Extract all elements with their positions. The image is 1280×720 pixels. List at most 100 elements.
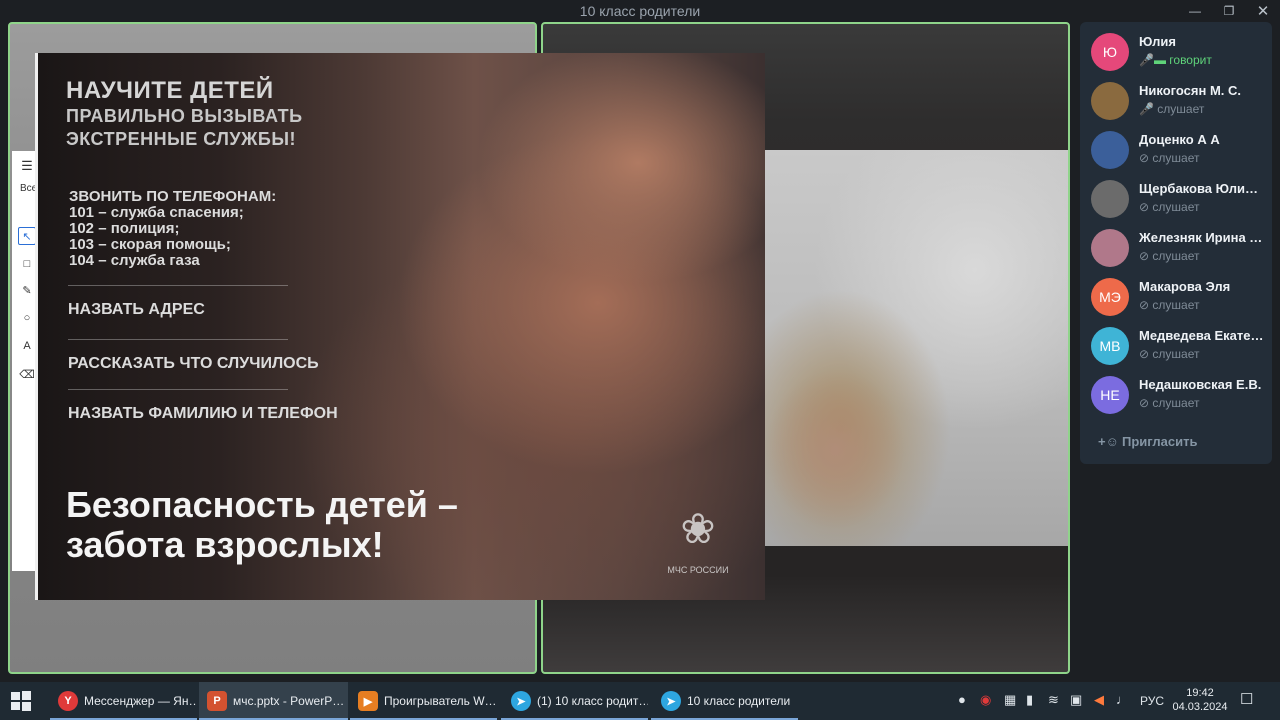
- participant-name: Макарова Эля: [1139, 279, 1231, 294]
- mic-muted-icon: ⊘: [1139, 298, 1153, 312]
- menu-icon: ☰: [21, 158, 33, 173]
- mic-on-icon: 🎤▬: [1139, 53, 1170, 67]
- clock[interactable]: 19:42 04.03.2024: [1170, 686, 1230, 714]
- participant-status: ⊘ слушает: [1139, 200, 1199, 214]
- status-text: слушает: [1152, 396, 1200, 410]
- tray-app-icon[interactable]: ●: [958, 692, 966, 707]
- participant-name: Юлия: [1139, 34, 1176, 49]
- messenger-window: 10 класс родители — ❐ ✕ ☰ Все ↖ □ ✎ ○ A …: [0, 0, 1280, 720]
- avatar: МЭ: [1091, 278, 1129, 316]
- status-text: говорит: [1169, 53, 1212, 67]
- phones-header: ЗВОНИТЬ ПО ТЕЛЕФОНАМ:: [69, 188, 277, 205]
- avatar: [1091, 229, 1129, 267]
- taskbar-label: Мессенджер — Ян…: [84, 694, 197, 708]
- windows-start-icon[interactable]: [10, 690, 32, 712]
- powerpoint-icon: P: [207, 691, 227, 711]
- avatar: НЕ: [1091, 376, 1129, 414]
- participant-item[interactable]: МВ Медведева Екате… ⊘ слушает: [1080, 322, 1272, 370]
- eraser-tool-icon: ⌫: [19, 368, 35, 381]
- slide-headline-3: ЭКСТРЕННЫЕ СЛУЖБЫ!: [66, 129, 296, 149]
- slide-headline-2: ПРАВИЛЬНО ВЫЗЫВАТЬ: [66, 106, 303, 126]
- wifi-icon[interactable]: ≋: [1048, 692, 1059, 708]
- participant-status: ⊘ слушает: [1139, 396, 1199, 410]
- avatar: МВ: [1091, 327, 1129, 365]
- mic-icon: 🎤: [1139, 102, 1158, 116]
- tray-tool-icon[interactable]: ▦: [1004, 692, 1016, 708]
- presentation-slide: НАУЧИТЕ ДЕТЕЙ ПРАВИЛЬНО ВЫЗЫВАТЬ ЭКСТРЕН…: [35, 53, 765, 600]
- volume-icon[interactable]: ♩: [1116, 692, 1129, 707]
- divider: [68, 285, 288, 286]
- eagle-emblem-icon: ❀: [680, 505, 716, 552]
- restore-icon[interactable]: ❐: [1212, 0, 1246, 22]
- mic-muted-icon: ⊘: [1139, 151, 1153, 165]
- taskbar-item-media-player[interactable]: ▶ Проигрыватель W…: [350, 682, 497, 720]
- taskbar-label: (1) 10 класс родит…: [537, 694, 648, 708]
- participant-item[interactable]: МЭ Макарова Эля ⊘ слушает: [1080, 273, 1272, 321]
- participant-item[interactable]: Никогосян М. С. 🎤 слушает: [1080, 77, 1272, 125]
- participant-name: Железняк Ирина …: [1139, 230, 1263, 245]
- pen-tool-icon: ✎: [22, 284, 32, 297]
- security-icon[interactable]: ▣: [1070, 692, 1082, 708]
- participant-item[interactable]: Железняк Ирина … ⊘ слушает: [1080, 224, 1272, 272]
- mchs-emblem: ❀ МЧС РОССИИ: [663, 493, 733, 588]
- taskbar-item-telegram-2[interactable]: ➤ 10 класс родители: [651, 682, 798, 720]
- avatar: [1091, 82, 1129, 120]
- divider: [68, 389, 288, 390]
- participants-panel: Ю Юлия 🎤▬ говорит Никогосян М. С. 🎤 слуш…: [1080, 22, 1272, 464]
- avatar: [1091, 131, 1129, 169]
- slide-headline-1: НАУЧИТЕ ДЕТЕЙ: [66, 77, 274, 104]
- status-text: слушает: [1152, 200, 1200, 214]
- participant-item[interactable]: НЕ Недашковская Е.В. ⊘ слушает: [1080, 371, 1272, 419]
- taskbar-label: мчс.pptx - PowerP…: [233, 694, 345, 708]
- participant-status: ⊘ слушает: [1139, 249, 1199, 263]
- telegram-icon: ➤: [511, 691, 531, 711]
- notifications-icon[interactable]: ☐: [1240, 690, 1253, 708]
- clock-time: 19:42: [1186, 687, 1214, 699]
- phone-line: 103 – скорая помощь;: [69, 236, 231, 253]
- language-indicator[interactable]: РУС: [1140, 694, 1164, 708]
- participant-name: Недашковская Е.В.: [1139, 377, 1262, 392]
- taskbar-label: Проигрыватель W…: [384, 694, 497, 708]
- avatar: Ю: [1091, 33, 1129, 71]
- phone-line: 102 – полиция;: [69, 220, 180, 237]
- slide-action-3: НАЗВАТЬ ФАМИЛИЮ И ТЕЛЕФОН: [68, 405, 338, 422]
- mic-muted-icon: ⊘: [1139, 347, 1153, 361]
- mic-muted-icon: ⊘: [1139, 200, 1153, 214]
- participant-status: 🎤▬ говорит: [1139, 53, 1212, 67]
- close-icon[interactable]: ✕: [1246, 0, 1280, 22]
- participant-item[interactable]: Доценко А А ⊘ слушает: [1080, 126, 1272, 174]
- clock-date: 04.03.2024: [1172, 701, 1228, 713]
- phone-line: 101 – служба спасения;: [69, 204, 244, 221]
- participant-status: ⊘ слушает: [1139, 151, 1199, 165]
- taskbar-item-powerpoint[interactable]: P мчс.pptx - PowerP…: [199, 682, 348, 720]
- taskbar-item-telegram-1[interactable]: ➤ (1) 10 класс родит…: [501, 682, 648, 720]
- mic-muted-icon: ⊘: [1139, 249, 1153, 263]
- participant-name: Медведева Екате…: [1139, 328, 1264, 343]
- status-text: слушает: [1157, 102, 1205, 116]
- add-user-icon: +☺: [1098, 434, 1119, 449]
- participant-item[interactable]: Ю Юлия 🎤▬ говорит: [1080, 28, 1272, 76]
- slide-action-2: РАССКАЗАТЬ ЧТО СЛУЧИЛОСЬ: [68, 355, 319, 372]
- participant-name: Никогосян М. С.: [1139, 83, 1242, 98]
- window-title: 10 класс родители: [579, 3, 701, 19]
- status-text: слушает: [1152, 249, 1200, 263]
- status-text: слушает: [1152, 298, 1200, 312]
- taskbar-item-yandex[interactable]: Y Мессенджер — Ян…: [50, 682, 197, 720]
- cursor-tool-icon: ↖: [18, 227, 36, 245]
- lasso-tool-icon: ○: [23, 312, 31, 324]
- invite-label: Пригласить: [1122, 434, 1198, 449]
- slide-slogan: Безопасность детей – забота взрослых!: [66, 485, 458, 565]
- yandex-icon: Y: [58, 691, 78, 711]
- participant-status: 🎤 слушает: [1139, 102, 1204, 116]
- taskbar-label: 10 класс родители: [687, 694, 791, 708]
- media-player-icon: ▶: [358, 691, 378, 711]
- participant-item[interactable]: Щербакова Юлия… ⊘ слушает: [1080, 175, 1272, 223]
- battery-icon[interactable]: ▮: [1026, 692, 1033, 708]
- minimize-icon[interactable]: —: [1178, 0, 1212, 22]
- yandex-tray-icon[interactable]: ◉: [980, 692, 991, 708]
- invite-button[interactable]: +☺ Пригласить: [1098, 434, 1197, 449]
- slogan-line-1: Безопасность детей –: [66, 484, 458, 525]
- slogan-line-2: забота взрослых!: [66, 524, 384, 565]
- muted-speaker-icon[interactable]: ◀: [1094, 692, 1104, 708]
- webcam-video: [765, 150, 1068, 546]
